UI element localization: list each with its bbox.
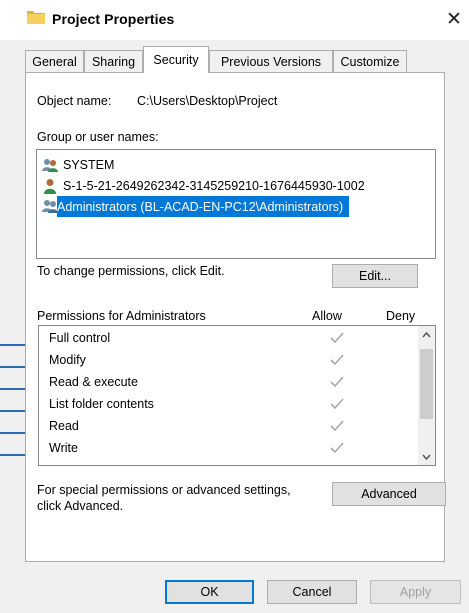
tab-security[interactable]: Security <box>143 46 209 73</box>
advanced-hint-line2: click Advanced. <box>37 499 124 513</box>
scroll-down-icon[interactable] <box>418 448 435 465</box>
permissions-list: Full control Modify Read & execute List … <box>38 325 436 466</box>
tab-general[interactable]: General <box>25 50 84 72</box>
allow-check-icon <box>330 442 344 454</box>
permission-row: Write <box>49 437 429 459</box>
user-name: SYSTEM <box>63 157 115 172</box>
permissions-scrollbar[interactable] <box>418 326 435 465</box>
permission-name: Read <box>49 419 79 433</box>
allow-column-header: Allow <box>312 309 342 323</box>
user-row-sid[interactable]: S-1-5-21-2649262342-3145259210-167644593… <box>41 175 365 196</box>
permission-name: Full control <box>49 331 111 345</box>
user-icon <box>44 178 56 194</box>
permission-row: Read & execute <box>49 371 429 393</box>
ok-button[interactable]: OK <box>165 580 254 604</box>
scroll-up-icon[interactable] <box>418 326 435 343</box>
user-list[interactable]: SYSTEM S-1-5-21-2649262342-3145259210-16… <box>36 149 436 259</box>
permissions-for-label: Permissions for Administrators <box>37 309 206 323</box>
permission-name: Modify <box>49 353 86 367</box>
group-users-icon <box>42 158 58 172</box>
window-title: Project Properties <box>52 11 175 27</box>
security-tab-panel: Object name: C:\Users\Desktop\Project Gr… <box>25 72 446 562</box>
user-row-system[interactable]: SYSTEM <box>41 154 114 175</box>
permission-name: Write <box>49 441 78 455</box>
group-or-user-names-label: Group or user names: <box>37 130 159 144</box>
permission-row: List folder contents <box>49 393 429 415</box>
allow-check-icon <box>330 398 344 410</box>
object-name-value: C:\Users\Desktop\Project <box>137 94 278 108</box>
permission-name: List folder contents <box>49 397 154 411</box>
cancel-button[interactable]: Cancel <box>267 580 357 604</box>
tab-sharing[interactable]: Sharing <box>84 50 143 72</box>
deny-column-header: Deny <box>386 309 416 323</box>
apply-button[interactable]: Apply <box>370 580 461 604</box>
user-name: S-1-5-21-2649262342-3145259210-167644593… <box>63 178 365 193</box>
advanced-hint-line1: For special permissions or advanced sett… <box>37 483 291 497</box>
tab-customize[interactable]: Customize <box>333 50 407 72</box>
edit-button[interactable]: Edit... <box>332 264 418 288</box>
properties-dialog: Project Properties ✕ General Sharing Sec… <box>0 0 469 613</box>
user-row-administrators[interactable]: Administrators (BL-ACAD-EN-PC12\Administ… <box>57 196 350 217</box>
permission-row: Modify <box>49 349 429 371</box>
folder-icon <box>27 11 45 24</box>
permission-name: Read & execute <box>49 375 138 389</box>
permission-row: Read <box>49 415 429 437</box>
title-bar: Project Properties ✕ <box>0 0 469 40</box>
user-name: Administrators (BL-ACAD-EN-PC12\Administ… <box>57 199 344 214</box>
scroll-thumb[interactable] <box>420 349 433 419</box>
allow-check-icon <box>330 332 344 344</box>
close-button[interactable]: ✕ <box>440 4 468 34</box>
permission-row: Full control <box>49 327 429 349</box>
allow-check-icon <box>330 354 344 366</box>
allow-check-icon <box>330 420 344 432</box>
tab-previous-versions[interactable]: Previous Versions <box>209 50 333 72</box>
change-permissions-hint: To change permissions, click Edit. <box>37 264 225 278</box>
advanced-button[interactable]: Advanced <box>332 482 446 506</box>
object-name-label: Object name: <box>37 94 112 108</box>
allow-check-icon <box>330 376 344 388</box>
